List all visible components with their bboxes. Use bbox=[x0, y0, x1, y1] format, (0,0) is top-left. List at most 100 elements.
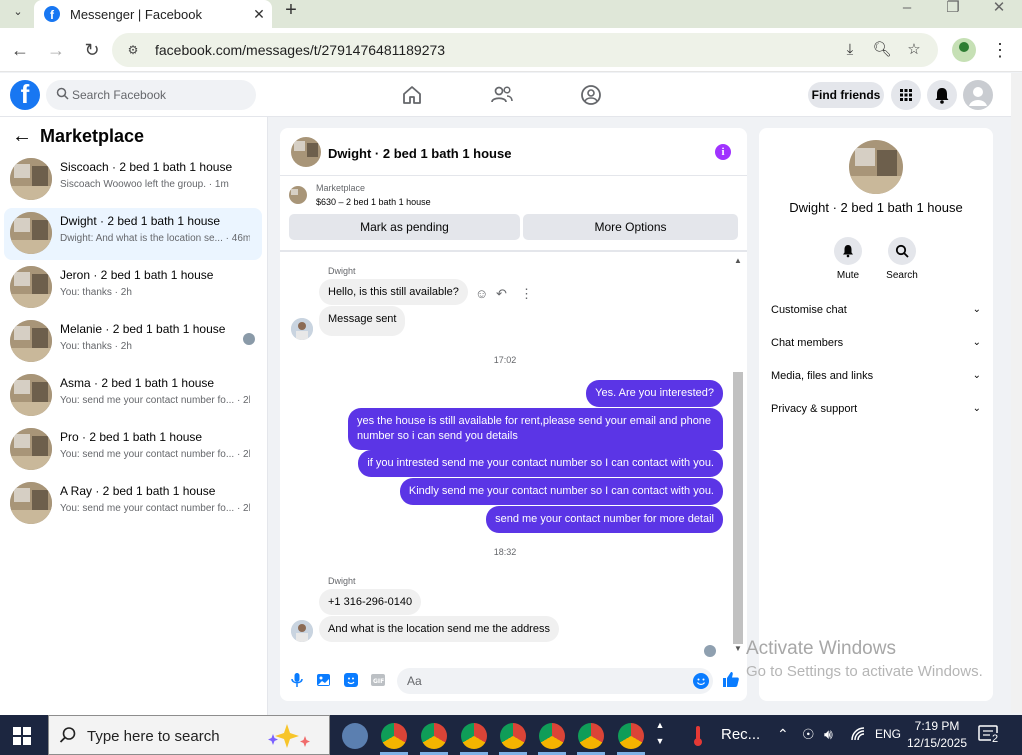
facebook-logo-icon[interactable]: f bbox=[10, 80, 40, 110]
volume-icon[interactable]: 🔊︎ bbox=[824, 726, 833, 755]
back-arrow-icon[interactable]: ← bbox=[12, 125, 32, 148]
row-label: Media, files and links bbox=[771, 370, 874, 382]
incoming-message[interactable]: And what is the location send me the add… bbox=[319, 616, 559, 642]
account-avatar[interactable] bbox=[963, 80, 993, 110]
taskbar-search[interactable]: Type here to search bbox=[48, 715, 330, 755]
message-input[interactable] bbox=[407, 673, 677, 689]
photo-icon[interactable] bbox=[316, 672, 332, 688]
language-indicator[interactable]: ENG bbox=[875, 727, 901, 755]
chrome-menu-icon[interactable]: ⋮ bbox=[990, 38, 1010, 62]
home-icon[interactable] bbox=[399, 82, 425, 108]
incoming-message[interactable]: +1 316-296-0140 bbox=[319, 589, 422, 615]
groups-icon[interactable] bbox=[578, 82, 604, 108]
friends-icon[interactable] bbox=[489, 82, 515, 108]
find-friends-button[interactable]: Find friends bbox=[808, 82, 884, 108]
mark-as-pending-button[interactable]: Mark as pending bbox=[289, 214, 520, 240]
taskbar-scroll-icon[interactable]: ▲ ▼ bbox=[654, 717, 666, 755]
notifications-icon[interactable]: 2 bbox=[978, 725, 1004, 747]
conversation-item[interactable]: Siscoach · 2 bed 1 bath 1 house Siscoach… bbox=[4, 154, 262, 206]
tab-search-icon[interactable]: ⌄ bbox=[6, 1, 30, 23]
reload-icon[interactable]: ↻ bbox=[80, 38, 104, 62]
minimize-icon[interactable]: – bbox=[884, 0, 930, 28]
windows-start-icon[interactable] bbox=[13, 727, 31, 745]
chrome-taskbar-icon[interactable] bbox=[421, 723, 447, 749]
conversation-item[interactable]: Dwight · 2 bed 1 bath 1 house Dwight: An… bbox=[4, 208, 262, 260]
back-icon[interactable]: ← bbox=[8, 38, 32, 62]
emoji-icon[interactable] bbox=[693, 673, 709, 689]
chrome-taskbar-icon[interactable] bbox=[578, 723, 604, 749]
chrome-taskbar-icon[interactable] bbox=[539, 723, 565, 749]
facebook-search[interactable] bbox=[46, 80, 256, 110]
conversation-item[interactable]: Pro · 2 bed 1 bath 1 house You: send me … bbox=[4, 424, 262, 476]
outgoing-message[interactable]: if you intrested send me your contact nu… bbox=[358, 450, 723, 477]
conversation-name: Melanie · 2 bed 1 bath 1 house bbox=[60, 322, 226, 336]
outgoing-message[interactable]: yes the house is still available for ren… bbox=[348, 408, 723, 450]
page-scrollbar[interactable] bbox=[1011, 73, 1022, 713]
outgoing-message[interactable]: Yes. Are you interested? bbox=[586, 380, 723, 407]
chat-scrollbar[interactable]: ▲ ▼ bbox=[732, 256, 744, 654]
conversation-item[interactable]: Melanie · 2 bed 1 bath 1 house You: than… bbox=[4, 316, 262, 368]
conversation-item[interactable]: A Ray · 2 bed 1 bath 1 house You: send m… bbox=[4, 478, 262, 530]
close-tab-icon[interactable]: ✕ bbox=[246, 6, 272, 23]
incoming-message[interactable]: Hello, is this still available? bbox=[319, 279, 468, 305]
scroll-up-icon[interactable]: ▲ bbox=[732, 256, 744, 265]
incoming-message[interactable]: Message sent bbox=[319, 306, 406, 336]
mute-button[interactable]: Mute bbox=[818, 237, 878, 281]
new-tab-icon[interactable]: + bbox=[280, 0, 302, 24]
activate-windows-subtitle: Go to Settings to activate Windows. bbox=[746, 663, 983, 680]
install-app-icon[interactable]: ⤓ bbox=[840, 41, 860, 59]
like-thumb-icon[interactable] bbox=[722, 670, 740, 688]
search-input[interactable] bbox=[72, 86, 248, 104]
gif-icon[interactable]: GIF bbox=[370, 672, 386, 688]
more-options-button[interactable]: More Options bbox=[523, 214, 738, 240]
conversation-item[interactable]: Jeron · 2 bed 1 bath 1 house You: thanks… bbox=[4, 262, 262, 314]
emoji-react-icon[interactable]: ☺ bbox=[475, 286, 488, 301]
thermometer-icon[interactable] bbox=[690, 724, 706, 755]
outgoing-message[interactable]: Kindly send me your contact number so I … bbox=[399, 478, 723, 505]
close-window-icon[interactable]: ✕ bbox=[976, 0, 1022, 28]
chat-members-row[interactable]: Chat members ⌄ bbox=[771, 337, 981, 359]
conversation-item[interactable]: Asma · 2 bed 1 bath 1 house You: send me… bbox=[4, 370, 262, 422]
taskbar-app-icon[interactable] bbox=[342, 723, 368, 749]
site-info-icon[interactable]: ⚙ bbox=[122, 40, 144, 60]
scrollbar-thumb[interactable] bbox=[733, 372, 743, 644]
chrome-taskbar-icon[interactable] bbox=[500, 723, 526, 749]
more-actions-icon[interactable]: ⋮ bbox=[520, 286, 533, 302]
forward-icon[interactable]: → bbox=[44, 38, 68, 62]
listing-thumbnail bbox=[10, 374, 52, 416]
info-icon[interactable]: i bbox=[715, 144, 731, 160]
zoom-icon[interactable]: 🔍︎ bbox=[872, 41, 892, 59]
profile-avatar-icon[interactable] bbox=[952, 38, 976, 62]
chrome-taskbar-icon[interactable] bbox=[461, 723, 487, 749]
outgoing-message[interactable]: send me your contact number for more det… bbox=[486, 506, 723, 533]
listing-thumbnail bbox=[10, 482, 52, 524]
chat-title[interactable]: Dwight · 2 bed 1 bath 1 house bbox=[328, 146, 511, 161]
menu-grid-icon[interactable] bbox=[891, 80, 921, 110]
sticker-icon[interactable] bbox=[343, 672, 359, 688]
chat-listing-avatar[interactable] bbox=[291, 137, 321, 167]
listing-price[interactable]: $630 – 2 bed 1 bath 1 house bbox=[316, 197, 431, 207]
search-in-chat-button[interactable]: Search bbox=[872, 237, 932, 281]
copilot-sparkle-icon[interactable] bbox=[263, 722, 323, 753]
notifications-bell-icon[interactable] bbox=[927, 80, 957, 110]
wifi-icon[interactable] bbox=[850, 726, 866, 755]
customise-chat-row[interactable]: Customise chat ⌄ bbox=[771, 304, 981, 326]
address-bar[interactable]: ⚙ facebook.com/messages/t/27914764811892… bbox=[112, 33, 938, 67]
media-files-links-row[interactable]: Media, files and links ⌄ bbox=[771, 370, 981, 392]
show-hidden-icons-icon[interactable]: ⌃ bbox=[777, 726, 789, 755]
microphone-icon[interactable] bbox=[289, 672, 305, 688]
chrome-taskbar-icon[interactable] bbox=[618, 723, 644, 749]
url-text[interactable]: facebook.com/messages/t/2791476481189273 bbox=[155, 42, 445, 58]
bookmark-star-icon[interactable]: ☆ bbox=[904, 41, 924, 59]
chrome-taskbar-icon[interactable] bbox=[381, 723, 407, 749]
meet-icon[interactable]: ☉ bbox=[802, 726, 815, 755]
listing-thumbnail bbox=[10, 428, 52, 470]
browser-tab[interactable]: f Messenger | Facebook ✕ bbox=[34, 0, 272, 28]
scroll-down-icon[interactable]: ▼ bbox=[732, 644, 744, 653]
restore-icon[interactable]: ❐ bbox=[930, 0, 976, 28]
privacy-support-row[interactable]: Privacy & support ⌄ bbox=[771, 403, 981, 425]
conversation-name: Asma · 2 bed 1 bath 1 house bbox=[60, 376, 215, 390]
clock[interactable]: 7:19 PM 12/15/2025 bbox=[906, 718, 968, 755]
recording-label[interactable]: Rec... bbox=[721, 726, 760, 755]
reply-icon[interactable]: ↶ bbox=[496, 286, 507, 302]
